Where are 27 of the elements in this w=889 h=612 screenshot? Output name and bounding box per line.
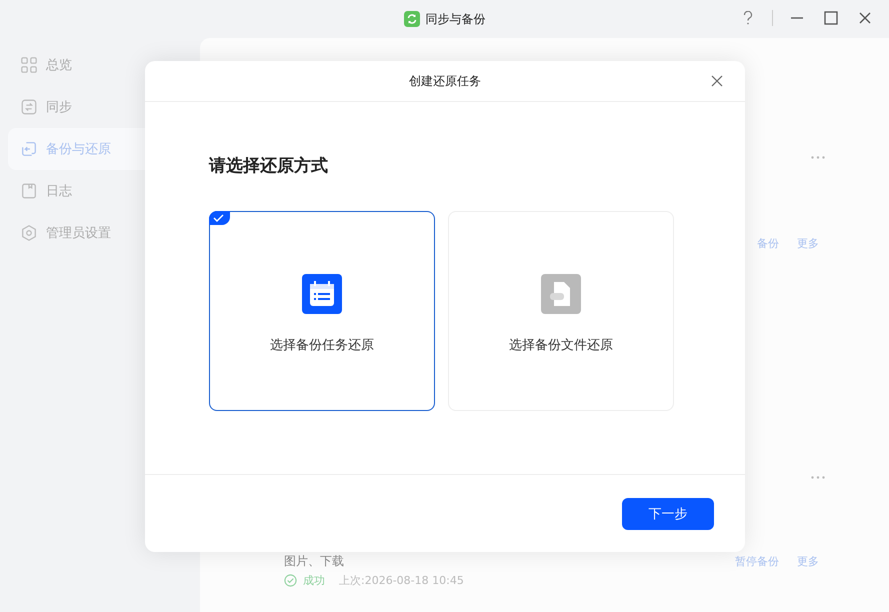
- calendar-list-icon: [302, 274, 342, 314]
- sync-icon: [404, 11, 420, 27]
- sidebar-item[interactable]: 总览: [8, 44, 192, 86]
- close-icon[interactable]: [709, 73, 725, 89]
- action-link[interactable]: 暂停备份: [735, 554, 779, 569]
- check-badge-icon: [209, 211, 230, 225]
- sidebar-item[interactable]: 同步: [8, 86, 192, 128]
- document-icon: [541, 274, 581, 314]
- sidebar-item[interactable]: 日志: [8, 170, 192, 212]
- action-link[interactable]: 备份: [757, 236, 779, 251]
- grid-icon: [20, 56, 38, 74]
- sync-icon: [20, 98, 38, 116]
- restore-option-card[interactable]: 选择备份任务还原: [209, 211, 435, 411]
- last-run-time: 上次:2026-08-18 10:45: [339, 573, 464, 588]
- action-link[interactable]: 更多: [797, 236, 819, 251]
- log-icon: [20, 182, 38, 200]
- restore-option-card[interactable]: 选择备份文件还原: [448, 211, 674, 411]
- hexagon-gear-icon: [20, 224, 38, 242]
- status-text: 成功: [303, 573, 325, 588]
- action-link[interactable]: 更多: [797, 554, 819, 569]
- dialog-title: 创建还原任务: [409, 72, 481, 90]
- sidebar-item[interactable]: 管理员设置: [8, 212, 192, 254]
- next-button[interactable]: 下一步: [622, 498, 714, 530]
- dialog-heading: 请选择还原方式: [209, 155, 329, 177]
- window-title: 同步与备份: [426, 10, 486, 28]
- restore-icon: [20, 140, 38, 158]
- check-circle-icon: [284, 574, 297, 587]
